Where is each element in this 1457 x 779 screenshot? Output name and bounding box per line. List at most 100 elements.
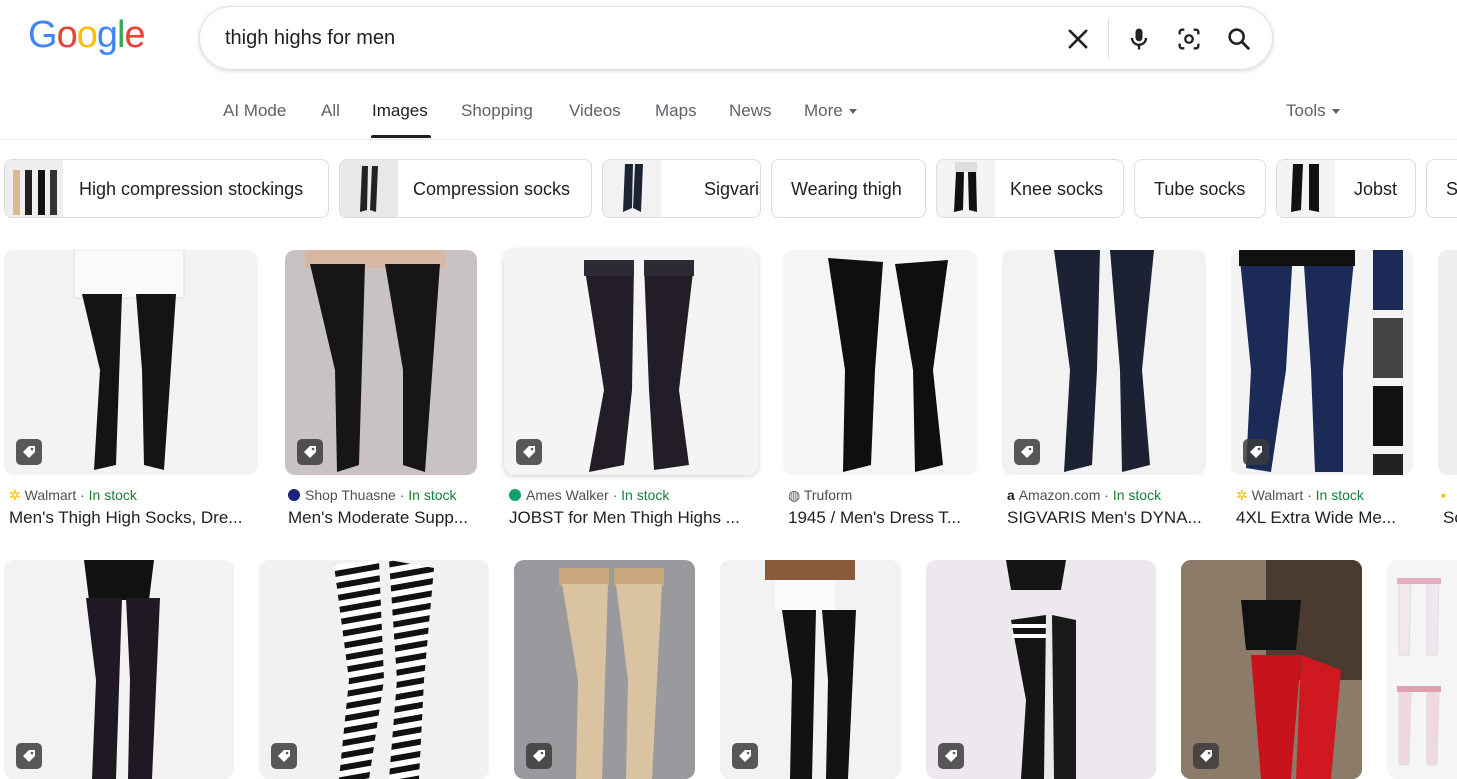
tab-news[interactable]: News <box>729 101 772 121</box>
image-result[interactable] <box>4 560 234 779</box>
result-title[interactable]: JOBST for Men Thigh Highs ... <box>509 508 759 528</box>
result-source[interactable]: ✲ Walmart · In stock <box>1236 487 1364 504</box>
chip-sigvaris[interactable]: Sigvaris <box>602 159 761 218</box>
search-input[interactable]: thigh highs for men <box>225 27 395 50</box>
google-logo[interactable]: Google <box>28 14 146 57</box>
source-name: Walmart <box>1251 487 1304 503</box>
chip-more[interactable]: S <box>1426 159 1457 218</box>
source-name: Truform <box>803 487 853 503</box>
price-tag-icon <box>516 439 542 465</box>
source-name: Shop Thuasne <box>305 487 396 503</box>
image-result[interactable]: ✲ Walmart · In stock 4XL Extra Wide Me..… <box>1231 250 1413 530</box>
image-result[interactable]: ◍ Truform 1945 / Men's Dress T... <box>783 250 977 530</box>
result-title[interactable]: 4XL Extra Wide Me... <box>1236 508 1414 528</box>
tools-button[interactable]: Tools <box>1286 101 1340 121</box>
header: Google thigh highs for men <box>0 0 1457 80</box>
chip-tube-socks[interactable]: Tube socks <box>1134 159 1266 218</box>
search-icon[interactable] <box>1225 25 1253 53</box>
chip-label: Jobst <box>1354 179 1398 199</box>
result-image[interactable] <box>926 560 1156 779</box>
truform-logo-icon: ◍ <box>788 487 804 503</box>
chip-jobst[interactable]: Jobst <box>1276 159 1416 218</box>
price-tag-icon <box>16 743 42 769</box>
walmart-spark-icon: ✲ <box>1236 487 1252 503</box>
walmart-spark-icon: ✲ <box>9 487 25 503</box>
result-image[interactable] <box>1387 560 1457 779</box>
tab-images[interactable]: Images <box>372 101 428 121</box>
result-image[interactable] <box>1438 250 1457 475</box>
result-title[interactable]: 1945 / Men's Dress T... <box>788 508 978 528</box>
chip-label: S <box>1446 179 1457 199</box>
result-source[interactable]: Ames Walker · In stock <box>509 487 669 503</box>
ames-walker-logo-icon <box>509 489 521 501</box>
image-result[interactable]: ▪ Sc <box>1438 250 1457 530</box>
result-image[interactable] <box>1181 560 1362 779</box>
search-tabs: AI Mode All Images Shopping Videos Maps … <box>0 88 1457 140</box>
image-result[interactable] <box>514 560 695 779</box>
image-result[interactable] <box>720 560 901 779</box>
separator: · <box>608 487 622 503</box>
chip-wearing-thigh[interactable]: Wearing thigh <box>771 159 926 218</box>
image-result[interactable]: Ames Walker · In stock JOBST for Men Thi… <box>504 250 758 530</box>
tab-shopping[interactable]: Shopping <box>461 101 533 121</box>
image-result[interactable]: a Amazon.com · In stock SIGVARIS Men's D… <box>1002 250 1206 530</box>
result-title[interactable]: Sc <box>1443 508 1457 528</box>
search-box[interactable]: thigh highs for men <box>199 6 1273 70</box>
close-icon[interactable] <box>1064 25 1092 53</box>
chip-compression-socks[interactable]: Compression socks <box>339 159 592 218</box>
active-tab-indicator <box>371 135 431 138</box>
stock-status: In stock <box>1315 487 1364 503</box>
mic-icon[interactable] <box>1125 25 1153 53</box>
result-source[interactable]: a Amazon.com · In stock <box>1007 487 1161 503</box>
price-tag-icon <box>1193 743 1219 769</box>
tab-videos[interactable]: Videos <box>569 101 621 121</box>
result-image[interactable] <box>259 560 489 779</box>
tools-label: Tools <box>1286 101 1326 120</box>
chip-knee-socks[interactable]: Knee socks <box>936 159 1124 218</box>
separator: · <box>1303 487 1316 503</box>
chip-thumbnail <box>937 160 995 217</box>
result-source[interactable]: Shop Thuasne · In stock <box>288 487 457 503</box>
thuasne-logo-icon <box>288 489 300 501</box>
image-result[interactable]: ✲ Walmart · In stock Men's Thigh High So… <box>4 250 258 530</box>
chevron-down-icon <box>848 109 857 115</box>
tab-all[interactable]: All <box>321 101 340 121</box>
tab-maps[interactable]: Maps <box>655 101 697 121</box>
result-source[interactable]: ◍ Truform <box>788 487 852 504</box>
result-image[interactable] <box>1002 250 1206 475</box>
result-image[interactable] <box>4 250 258 475</box>
result-image[interactable] <box>285 250 477 475</box>
chip-thumbnail <box>1277 160 1335 217</box>
separator: · <box>395 487 409 503</box>
stock-status: In stock <box>1112 487 1162 503</box>
result-title[interactable]: Men's Moderate Supp... <box>288 508 480 528</box>
tab-more[interactable]: More <box>804 101 857 121</box>
result-image[interactable] <box>783 250 977 475</box>
camera-lens-icon[interactable] <box>1175 25 1203 53</box>
result-source[interactable]: ▪ <box>1441 487 1446 503</box>
result-title[interactable]: Men's Thigh High Socks, Dre... <box>9 508 259 528</box>
chip-label: Tube socks <box>1154 179 1246 199</box>
image-result[interactable]: Shop Thuasne · In stock Men's Moderate S… <box>285 250 477 530</box>
source-name: Amazon.com <box>1018 487 1101 503</box>
chip-label: Compression socks <box>413 179 571 199</box>
chip-high-compression-stockings[interactable]: High compression stockings <box>4 159 329 218</box>
price-tag-icon <box>297 439 323 465</box>
chip-label: Sigvaris <box>704 179 760 199</box>
result-image[interactable] <box>4 560 234 779</box>
separator: · <box>76 487 89 503</box>
price-tag-icon <box>732 743 758 769</box>
tab-more-label: More <box>804 101 843 120</box>
tab-ai-mode[interactable]: AI Mode <box>223 101 286 121</box>
separator: · <box>1100 487 1113 503</box>
result-image[interactable] <box>514 560 695 779</box>
image-result[interactable] <box>926 560 1156 779</box>
result-image[interactable] <box>504 250 758 475</box>
result-title[interactable]: SIGVARIS Men's DYNA... <box>1007 508 1207 528</box>
result-image[interactable] <box>1231 250 1413 475</box>
result-source[interactable]: ✲ Walmart · In stock <box>9 487 137 504</box>
image-result[interactable] <box>1387 560 1457 779</box>
image-result[interactable] <box>259 560 489 779</box>
result-image[interactable] <box>720 560 901 779</box>
image-result[interactable] <box>1181 560 1362 779</box>
